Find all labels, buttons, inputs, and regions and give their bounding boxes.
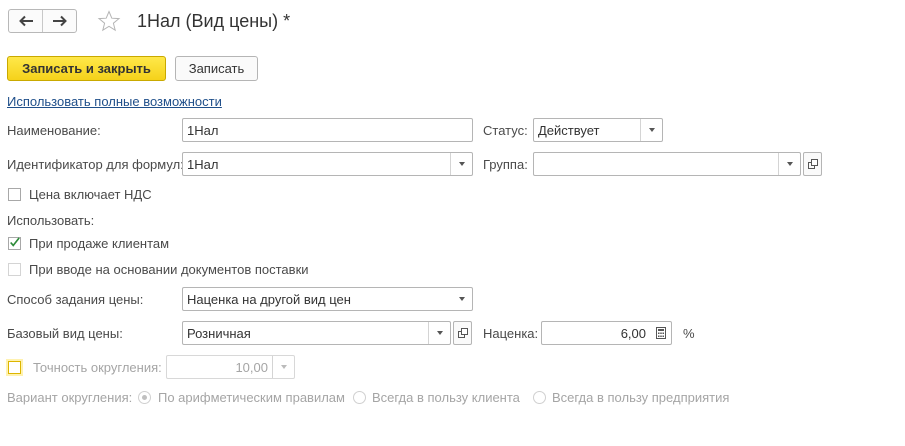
- formula-id-value: 1Нал: [187, 156, 219, 172]
- favorite-button[interactable]: [97, 9, 121, 36]
- save-and-close-button[interactable]: Записать и закрыть: [7, 56, 166, 81]
- status-value: Действует: [538, 122, 600, 138]
- use-label: Использовать:: [7, 213, 95, 228]
- rounding-option-arithmetic-radio[interactable]: [138, 391, 151, 404]
- open-icon: [807, 159, 818, 169]
- chevron-down-icon: [648, 128, 655, 132]
- base-price-type-select[interactable]: Розничная: [182, 321, 451, 345]
- price-method-value: Наценка на другой вид цен: [187, 291, 351, 307]
- radio-selected-dot: [142, 395, 147, 400]
- back-button[interactable]: [9, 10, 42, 32]
- base-price-type-dropdown-button[interactable]: [428, 322, 450, 344]
- vat-included-checkbox[interactable]: [8, 188, 21, 201]
- base-price-type-label: Базовый вид цены:: [7, 326, 123, 341]
- rounding-precision-value: 10,00: [235, 359, 268, 375]
- rounding-precision-field[interactable]: 10,00: [166, 355, 295, 379]
- calculator-icon: [655, 327, 666, 339]
- markup-label: Наценка:: [483, 326, 539, 341]
- base-price-type-value: Розничная: [187, 325, 251, 341]
- on-supply-docs-checkbox[interactable]: [8, 263, 21, 276]
- vat-included-label: Цена включает НДС: [29, 187, 152, 202]
- rounding-option-company-radio[interactable]: [533, 391, 546, 404]
- page-title: 1Нал (Вид цены) *: [137, 11, 291, 31]
- group-dropdown-button[interactable]: [778, 153, 800, 175]
- name-value: 1Нал: [187, 122, 219, 138]
- on-sale-label: При продаже клиентам: [29, 236, 170, 251]
- calculator-button[interactable]: [650, 322, 671, 344]
- markup-unit: %: [683, 326, 695, 341]
- group-label: Группа:: [483, 157, 528, 172]
- rounding-option-client-radio[interactable]: [353, 391, 366, 404]
- open-icon: [457, 328, 468, 338]
- rounding-option-arithmetic-label: По арифметическим правилам: [158, 390, 345, 405]
- arrow-right-icon: [52, 15, 67, 27]
- status-label: Статус:: [483, 123, 528, 138]
- formula-id-dropdown-button[interactable]: [450, 153, 472, 175]
- on-sale-checkbox[interactable]: [8, 236, 21, 250]
- formula-id-field[interactable]: 1Нал: [182, 152, 473, 176]
- forward-button[interactable]: [42, 10, 76, 32]
- chevron-down-icon: [458, 297, 465, 301]
- on-supply-docs-label: При вводе на основании документов постав…: [29, 262, 309, 277]
- price-method-label: Способ задания цены:: [7, 292, 144, 307]
- chevron-down-icon: [458, 162, 465, 166]
- status-select[interactable]: Действует: [533, 118, 663, 142]
- rounding-variant-label: Вариант округления:: [7, 390, 133, 405]
- markup-value: 6,00: [620, 325, 646, 341]
- rounding-precision-checkbox[interactable]: [8, 361, 21, 374]
- group-open-button[interactable]: [803, 152, 822, 176]
- price-method-select[interactable]: Наценка на другой вид цен: [182, 287, 473, 311]
- chevron-down-icon: [436, 331, 443, 335]
- name-field[interactable]: 1Нал: [182, 118, 473, 142]
- rounding-precision-dropdown-button[interactable]: [272, 356, 294, 378]
- star-icon: [97, 10, 121, 32]
- price-method-dropdown-button[interactable]: [451, 288, 472, 310]
- chevron-down-icon: [280, 365, 287, 369]
- name-label: Наименование:: [7, 123, 101, 138]
- navigation-buttons: [8, 9, 77, 33]
- rounding-option-company-label: Всегда в пользу предприятия: [552, 390, 730, 405]
- group-select[interactable]: [533, 152, 801, 176]
- rounding-option-client-label: Всегда в пользу клиента: [372, 390, 520, 405]
- status-dropdown-button[interactable]: [640, 119, 662, 141]
- arrow-left-icon: [18, 15, 33, 27]
- save-button[interactable]: Записать: [175, 56, 258, 81]
- chevron-down-icon: [786, 162, 793, 166]
- rounding-precision-label: Точность округления:: [33, 360, 162, 375]
- formula-id-label: Идентификатор для формул:: [7, 157, 184, 172]
- full-features-link[interactable]: Использовать полные возможности: [7, 94, 222, 109]
- checkmark-icon: [10, 236, 20, 247]
- base-price-type-open-button[interactable]: [453, 321, 472, 345]
- markup-field[interactable]: 6,00: [541, 321, 672, 345]
